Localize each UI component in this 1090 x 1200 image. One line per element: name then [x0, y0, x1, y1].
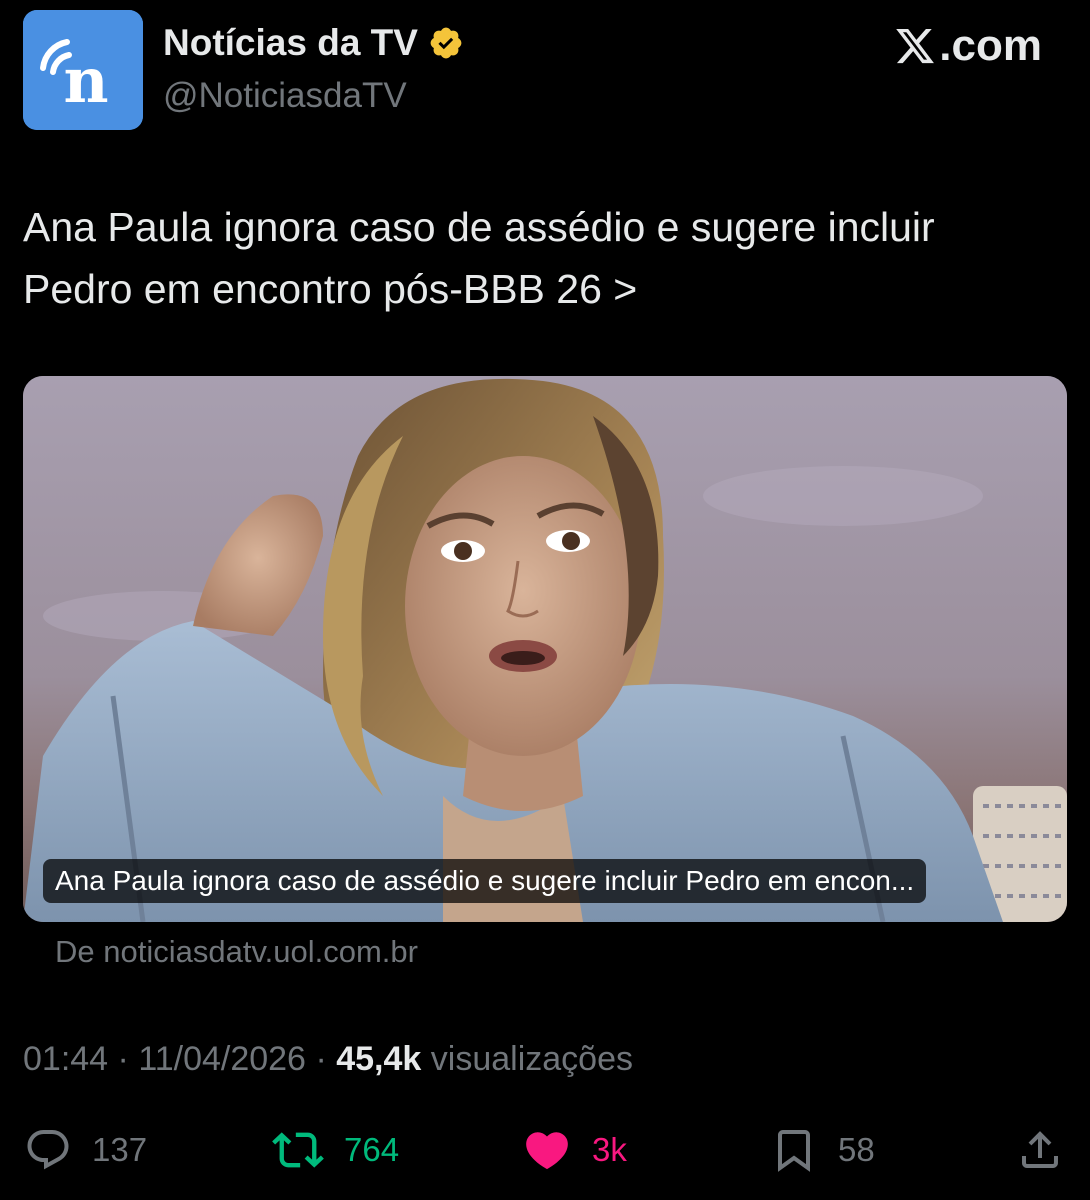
link-card-caption: Ana Paula ignora caso de assédio e suger…	[43, 859, 927, 903]
display-name-text: Notícias da TV	[163, 22, 418, 63]
like-count: 3k	[592, 1131, 627, 1168]
meta-separator: ·	[117, 1040, 129, 1078]
tweet-date[interactable]: 11/04/2026	[138, 1040, 306, 1078]
bookmark-icon	[778, 1130, 810, 1172]
repost-count: 764	[344, 1131, 400, 1168]
x-com-brand: .com	[893, 21, 1042, 70]
link-card-source[interactable]: De noticiasdatv.uol.com.br	[55, 934, 418, 970]
reply-icon	[27, 1130, 69, 1170]
like-button[interactable]: 3k	[522, 1120, 627, 1180]
bookmark-button[interactable]: 58	[770, 1120, 875, 1180]
views-label: visualizações	[430, 1040, 633, 1078]
account-handle[interactable]: @NoticiasdaTV	[163, 76, 407, 116]
reply-button[interactable]: 137	[24, 1120, 147, 1180]
heart-icon	[526, 1132, 568, 1170]
repost-icon	[272, 1132, 324, 1168]
tweet-text: Ana Paula ignora caso de assédio e suger…	[23, 204, 935, 312]
article-photo	[23, 376, 1067, 922]
bookmark-count: 58	[838, 1131, 875, 1168]
account-display-name[interactable]: Notícias da TV	[163, 22, 464, 64]
tweet-time[interactable]: 01:44	[23, 1040, 108, 1078]
verified-badge-icon	[430, 27, 462, 59]
noticias-logo-icon: n	[23, 10, 143, 130]
views-count: 45,4k	[336, 1040, 422, 1078]
meta-separator: ·	[315, 1040, 327, 1078]
reply-count: 137	[92, 1131, 148, 1168]
tweet-meta: 01:44 · 11/04/2026 · 45,4k visualizações	[23, 1040, 633, 1079]
account-avatar[interactable]: n	[23, 10, 143, 130]
brand-label: .com	[939, 21, 1042, 70]
svg-text:n: n	[63, 44, 108, 117]
tweet-action-bar: 137 764 3k 58	[0, 1120, 1090, 1180]
share-button[interactable]	[1016, 1120, 1064, 1180]
x-logo-icon	[896, 28, 935, 64]
repost-button[interactable]: 764	[272, 1120, 399, 1180]
share-icon	[1022, 1131, 1058, 1168]
link-card-image[interactable]	[23, 376, 1067, 922]
